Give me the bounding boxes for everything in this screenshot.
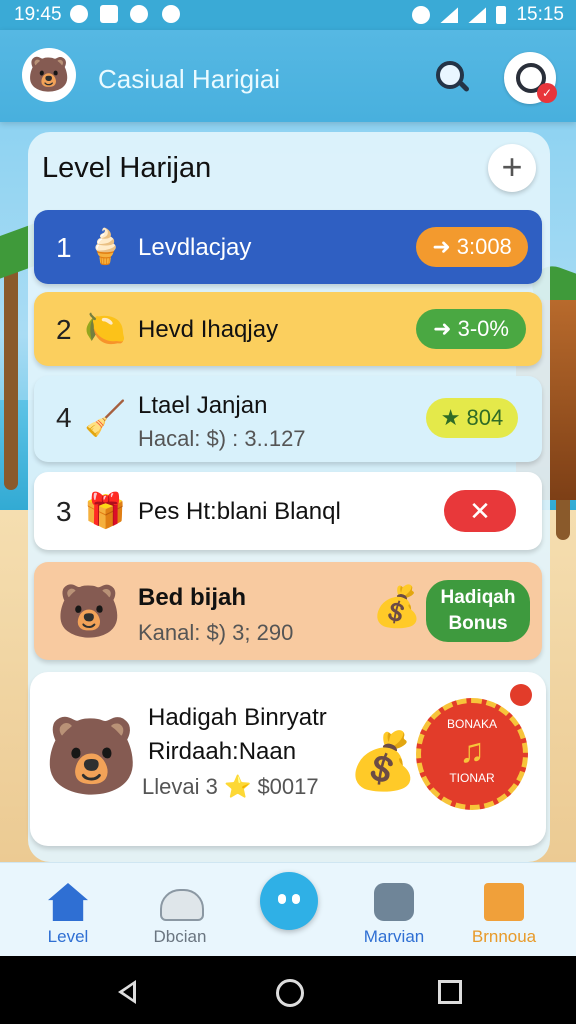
promo-title-line1: Hadigah Binryatr <box>148 704 327 731</box>
lemon-icon: 🍋 <box>84 310 127 348</box>
reward-button[interactable]: ➜ 3:008 <box>416 227 528 267</box>
seal-top-text: BONAKA <box>446 717 497 731</box>
bonus-button[interactable]: Hadiqah Bonus <box>426 580 530 642</box>
level-label: Levdlacjay <box>138 234 252 261</box>
bear-icon: 🐻 <box>44 714 139 799</box>
panel-title: Level Harijan <box>42 152 212 184</box>
signal-icon <box>468 7 487 23</box>
level-label: Ltael Janjan <box>138 392 268 419</box>
promo-title-line2: Rirdaah:Naan <box>148 738 297 765</box>
bear-avatar-icon[interactable]: 🐻 <box>22 48 76 102</box>
back-icon-inner <box>123 985 133 999</box>
level-number: 4 <box>56 402 72 433</box>
nav-brnnoua[interactable]: Brnnoua <box>454 863 554 956</box>
notification-icon <box>100 5 118 23</box>
reward-button[interactable]: ★ 804 <box>426 398 518 438</box>
bear-icon: 🐻 <box>56 583 122 641</box>
level-number: 1 <box>56 232 72 263</box>
notification-icon <box>130 5 148 23</box>
level-row-3[interactable]: 4 🧹 Ltael Janjan Hacal: $) : 3..127 ★ 80… <box>34 376 542 462</box>
music-note-icon: ♫ <box>459 732 485 770</box>
search-icon[interactable] <box>432 58 472 98</box>
app-bar: 🐻 Casiual Harigiai ✓ <box>0 30 576 122</box>
level-number: 3 <box>56 496 72 527</box>
nav-label: Marvian <box>363 927 425 946</box>
level-row-5[interactable]: 🐻 Bed bijah Kanal: $) 3; 290 💰 Hadiqah B… <box>34 562 542 660</box>
app-title: Casiual Harigiai <box>98 64 281 94</box>
broom-icon: 🧹 <box>84 400 127 438</box>
ice-cream-icon: 🍦 <box>84 228 127 266</box>
gift-icon: 🎁 <box>84 492 127 530</box>
bonus-seal-badge[interactable]: BONAKA ♫ TIONAR <box>416 698 528 810</box>
profile-badge: ✓ <box>537 83 557 103</box>
level-row-2[interactable]: 2 🍋 Hevd Ihaqjay ➜ 3-0% <box>34 292 542 366</box>
eye-right <box>292 894 300 904</box>
battery-icon <box>496 6 507 24</box>
level-sub: Kanal: $) 3; 290 <box>138 620 294 645</box>
close-icon[interactable]: ✕ <box>444 490 516 532</box>
status-time-left: 19:45 <box>14 4 62 25</box>
notification-icon <box>162 5 180 23</box>
nav-dbcian[interactable]: Dbcian <box>130 863 230 956</box>
level-sub: Hacal: $) : 3..127 <box>138 426 306 451</box>
nav-marvian[interactable]: Marvian <box>344 863 444 956</box>
level-label: Pes Ht:blani Blanql <box>138 498 341 525</box>
coin-pot-icon: 💰 <box>348 729 418 792</box>
home-circle-icon[interactable] <box>276 979 304 1007</box>
plus-icon[interactable]: + <box>488 144 536 192</box>
level-row-4[interactable]: 3 🎁 Pes Ht:blani Blanql ✕ <box>34 472 542 550</box>
nav-label: Brnnoua <box>471 927 537 946</box>
nav-level[interactable]: Level <box>18 863 118 956</box>
cloud-icon <box>160 889 204 921</box>
notification-icon <box>70 5 88 23</box>
search-handle <box>457 80 471 93</box>
status-bar: 19:45 15:15 <box>0 0 576 30</box>
level-label: Hevd Ihaqjay <box>138 316 279 343</box>
alarm-icon <box>412 6 431 24</box>
promo-sub: Llevai 3 ⭐ $0017 <box>142 774 319 799</box>
status-right: 15:15 <box>412 4 564 26</box>
nav-label: Dbcian <box>153 927 207 946</box>
level-label: Bed bijah <box>138 584 247 611</box>
home-icon <box>48 883 88 921</box>
promo-close-icon[interactable] <box>510 684 532 706</box>
palm-tree-left <box>4 250 18 490</box>
shield-icon <box>374 883 414 921</box>
seal-bottom-text: TIONAR <box>449 771 495 785</box>
level-row-1[interactable]: 1 🍦 Levdlacjay ➜ 3:008 <box>34 210 542 284</box>
briefcase-icon <box>484 883 524 921</box>
level-number: 2 <box>56 314 72 345</box>
reward-button[interactable]: ➜ 3-0% <box>416 309 526 349</box>
app-screen: 19:45 15:15 🐻 Casiual Harigiai ✓ Level H… <box>0 0 576 956</box>
wifi-icon <box>440 7 459 23</box>
profile-button[interactable]: ✓ <box>504 52 557 104</box>
status-time-right: 15:15 <box>516 4 564 25</box>
promo-card[interactable]: 🐻 Hadigah Binryatr Rirdaah:Naan Llevai 3… <box>30 672 546 846</box>
nav-label: Level <box>47 927 89 946</box>
eye-left <box>278 894 286 904</box>
recents-icon[interactable] <box>438 980 462 1004</box>
coin-pot-icon: 💰 <box>372 585 422 629</box>
chat-bubble-icon[interactable] <box>260 872 318 930</box>
